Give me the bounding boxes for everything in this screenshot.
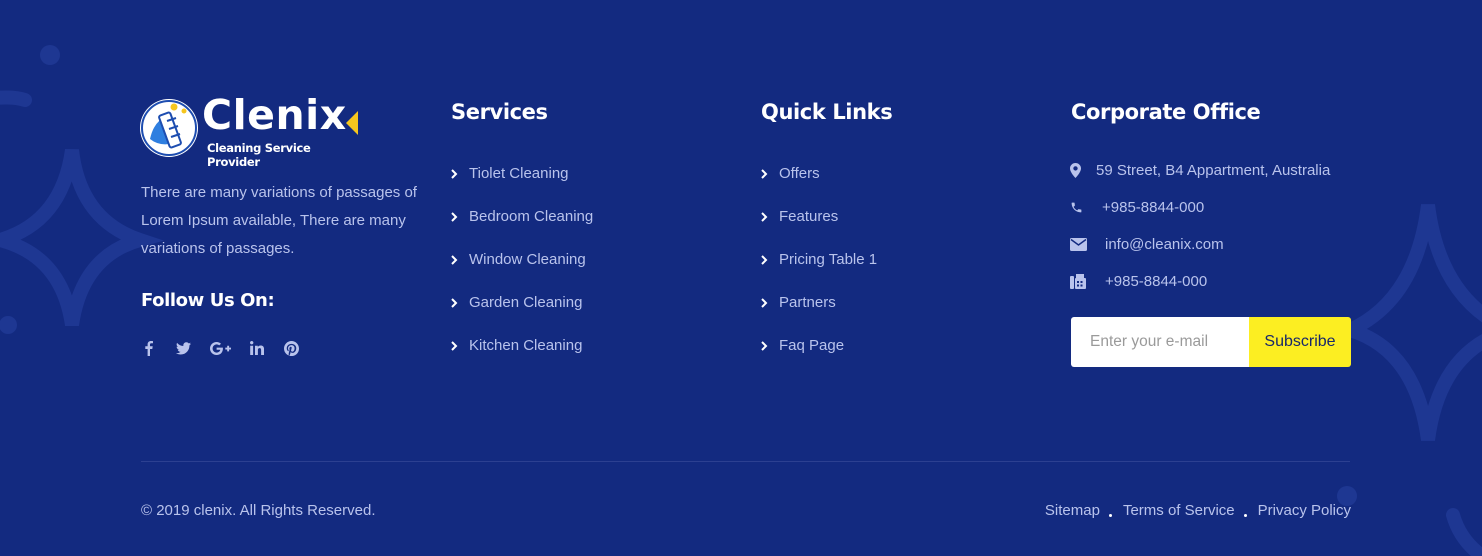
quick-link-label: Offers xyxy=(779,165,820,182)
logo-accent-icon xyxy=(346,111,358,135)
services-item[interactable]: Window Cleaning xyxy=(451,238,593,281)
brand-tagline: Cleaning Service Provider xyxy=(207,141,311,169)
quick-link-item[interactable]: Faq Page xyxy=(761,324,877,367)
footer-links: Sitemap Terms of Service Privacy Policy xyxy=(1045,502,1351,519)
chevron-right-icon xyxy=(761,297,779,308)
quick-link-item[interactable]: Offers xyxy=(761,152,877,195)
services-item[interactable]: Tiolet Cleaning xyxy=(451,152,593,195)
linkedin-icon[interactable] xyxy=(247,338,266,358)
chevron-right-icon xyxy=(451,254,469,265)
services-item[interactable]: Kitchen Cleaning xyxy=(451,324,593,367)
chevron-right-icon xyxy=(761,340,779,351)
chevron-right-icon xyxy=(451,211,469,222)
brand-logo[interactable]: Clenix Cleaning Service Provider xyxy=(140,91,360,169)
phone-text: +985-8844-000 xyxy=(1102,199,1205,216)
services-list: Tiolet Cleaning Bedroom Cleaning Window … xyxy=(451,152,593,367)
services-item-label: Bedroom Cleaning xyxy=(469,208,594,225)
about-text: There are many variations of passages of… xyxy=(141,184,417,257)
logo-mark-icon xyxy=(140,99,198,157)
fax-row: +985-8844-000 xyxy=(1070,263,1330,300)
quick-link-item[interactable]: Features xyxy=(761,195,877,238)
subscribe-button[interactable]: Subscribe xyxy=(1249,317,1351,367)
quick-link-label: Faq Page xyxy=(779,337,845,354)
twitter-icon[interactable] xyxy=(174,338,193,358)
social-links xyxy=(139,338,301,358)
email-row[interactable]: info@cleanix.com xyxy=(1070,226,1330,263)
address-row: 59 Street, B4 Appartment, Australia xyxy=(1070,152,1330,189)
quick-links-heading: Quick Links xyxy=(761,100,893,124)
envelope-icon xyxy=(1070,238,1105,251)
link-separator xyxy=(1108,508,1114,517)
chevron-right-icon xyxy=(761,168,779,179)
pinterest-icon[interactable] xyxy=(282,338,301,358)
chevron-right-icon xyxy=(761,211,779,222)
quick-link-label: Partners xyxy=(779,294,836,311)
quick-link-label: Pricing Table 1 xyxy=(779,251,878,268)
quick-link-label: Features xyxy=(779,208,839,225)
newsletter-form: Subscribe xyxy=(1071,317,1351,367)
chevron-right-icon xyxy=(451,168,469,179)
footer-divider xyxy=(141,461,1350,462)
chevron-right-icon xyxy=(451,297,469,308)
sitemap-link[interactable]: Sitemap xyxy=(1045,502,1100,519)
phone-icon xyxy=(1070,201,1102,214)
services-item-label: Window Cleaning xyxy=(469,251,586,268)
contact-list: 59 Street, B4 Appartment, Australia +985… xyxy=(1070,152,1330,300)
follow-us-heading: Follow Us On: xyxy=(141,290,275,311)
chevron-right-icon xyxy=(451,340,469,351)
address-text: 59 Street, B4 Appartment, Australia xyxy=(1096,162,1331,179)
terms-of-service-link[interactable]: Terms of Service xyxy=(1123,502,1235,519)
quick-link-item[interactable]: Pricing Table 1 xyxy=(761,238,877,281)
corporate-office-heading: Corporate Office xyxy=(1071,100,1261,124)
email-input[interactable] xyxy=(1071,317,1249,367)
quick-links-list: Offers Features Pricing Table 1 Partners… xyxy=(761,152,877,367)
link-separator xyxy=(1243,508,1249,517)
copyright-text: © 2019 clenix. All Rights Reserved. xyxy=(141,502,376,519)
map-marker-icon xyxy=(1070,163,1096,178)
fax-icon xyxy=(1070,274,1105,289)
quick-link-item[interactable]: Partners xyxy=(761,281,877,324)
brand-name: Clenix xyxy=(202,91,347,139)
services-item[interactable]: Bedroom Cleaning xyxy=(451,195,593,238)
services-item-label: Garden Cleaning xyxy=(469,294,583,311)
privacy-policy-link[interactable]: Privacy Policy xyxy=(1258,502,1351,519)
google-plus-icon[interactable] xyxy=(209,338,231,358)
phone-row[interactable]: +985-8844-000 xyxy=(1070,189,1330,226)
facebook-icon[interactable] xyxy=(139,338,158,358)
services-item-label: Tiolet Cleaning xyxy=(469,165,569,182)
chevron-right-icon xyxy=(761,254,779,265)
fax-text: +985-8844-000 xyxy=(1105,273,1208,290)
services-item[interactable]: Garden Cleaning xyxy=(451,281,593,324)
email-text: info@cleanix.com xyxy=(1105,236,1224,253)
services-item-label: Kitchen Cleaning xyxy=(469,337,583,354)
services-heading: Services xyxy=(451,100,548,124)
